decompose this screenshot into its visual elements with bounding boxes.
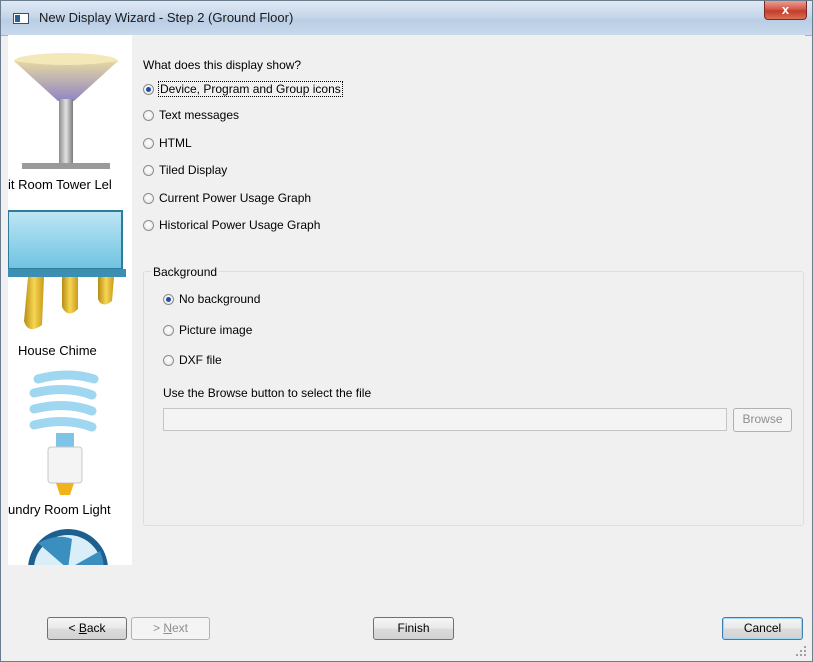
radio-icon[interactable] [143, 220, 154, 231]
radio-selected-icon[interactable] [143, 84, 154, 95]
file-path-input[interactable] [163, 408, 727, 431]
torchiere-lamp-icon [14, 53, 118, 169]
cancel-button[interactable]: Cancel [722, 617, 803, 640]
radio-icon[interactable] [163, 325, 174, 336]
device-tile[interactable] [8, 35, 132, 193]
display-type-label: What does this display show? [143, 58, 302, 72]
radio-label: HTML [159, 136, 192, 150]
title-bar[interactable]: New Display Wizard - Step 2 (Ground Floo… [1, 1, 812, 36]
radio-html[interactable]: HTML [143, 135, 192, 153]
finish-button[interactable]: Finish [373, 617, 454, 640]
radio-selected-icon[interactable] [163, 294, 174, 305]
next-mnemonic: N [163, 621, 172, 635]
browse-button[interactable]: Browse [733, 408, 792, 432]
radio-dxf-file[interactable]: DXF file [163, 352, 222, 370]
window-app-icon [13, 13, 29, 24]
radio-picture-image[interactable]: Picture image [163, 322, 252, 340]
back-button[interactable]: < Back [47, 617, 127, 640]
radio-icon[interactable] [143, 110, 154, 121]
radio-text-messages[interactable]: Text messages [143, 107, 239, 125]
close-button[interactable]: x [764, 1, 807, 20]
back-mnemonic: B [78, 621, 87, 635]
device-label: House Chime [18, 343, 97, 358]
device-label: undry Room Light [8, 502, 111, 517]
device-tile[interactable] [8, 369, 132, 499]
radio-tiled-display[interactable]: Tiled Display [143, 162, 227, 180]
resize-grip-icon[interactable] [795, 645, 807, 657]
radio-icon[interactable] [143, 193, 154, 204]
radio-current-power-graph[interactable]: Current Power Usage Graph [143, 190, 311, 208]
radio-label: DXF file [179, 353, 222, 367]
back-prefix: < [68, 621, 79, 635]
radio-label: Picture image [179, 323, 253, 337]
radio-label: Tiled Display [159, 163, 228, 177]
next-prefix: > [152, 621, 164, 635]
radio-device-icons[interactable]: Device, Program and Group icons [143, 81, 343, 99]
browse-hint-label: Use the Browse button to select the file [163, 386, 372, 400]
radio-label: Current Power Usage Graph [159, 191, 312, 205]
radio-historical-power-graph[interactable]: Historical Power Usage Graph [143, 217, 320, 235]
device-tile[interactable] [8, 525, 132, 565]
cfl-bulb-icon [29, 370, 99, 495]
radio-no-background[interactable]: No background [163, 291, 260, 309]
back-rest: ack [86, 621, 106, 635]
radio-label: No background [179, 292, 261, 306]
device-icon-panel: it Room Tower Lel House Chime undry Room… [8, 35, 132, 565]
radio-label: Text messages [159, 108, 240, 122]
background-group-title: Background [151, 265, 220, 279]
radio-icon[interactable] [143, 138, 154, 149]
radio-icon[interactable] [163, 355, 174, 366]
device-tile[interactable] [8, 197, 132, 345]
device-label: it Room Tower Lel [8, 177, 112, 192]
fan-icon [28, 529, 108, 565]
window-title: New Display Wizard - Step 2 (Ground Floo… [39, 10, 294, 25]
radio-label: Historical Power Usage Graph [159, 218, 321, 232]
chime-icon [8, 210, 126, 330]
next-rest: ext [172, 621, 189, 635]
next-button[interactable]: > Next [131, 617, 210, 640]
radio-label: Device, Program and Group icons [158, 81, 343, 97]
radio-icon[interactable] [143, 165, 154, 176]
